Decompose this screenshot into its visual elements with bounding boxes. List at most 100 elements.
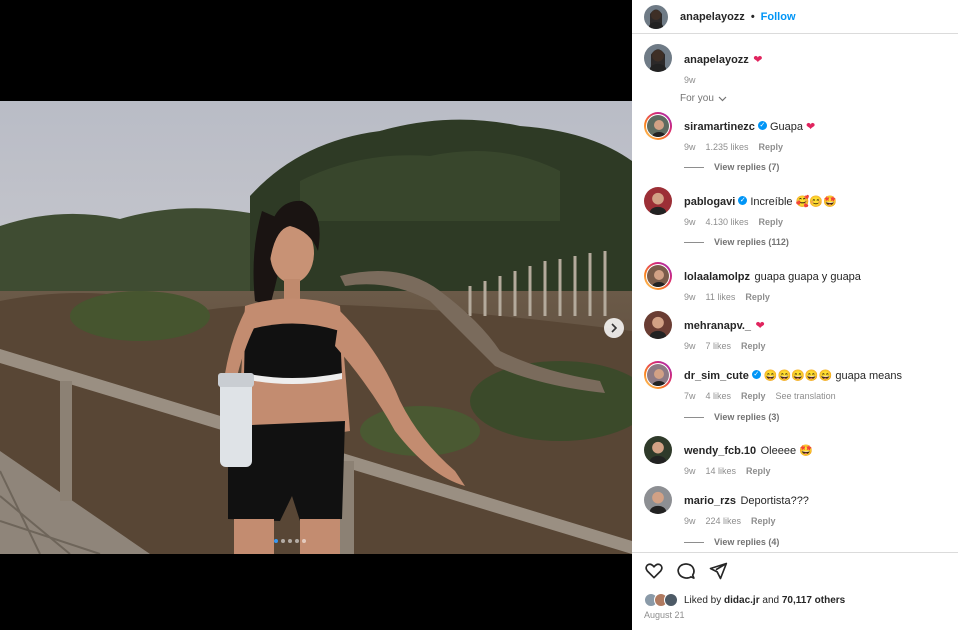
comment-text: Oleeee bbox=[760, 445, 797, 457]
liker-avatar bbox=[664, 593, 678, 607]
view-replies-label: View replies (4) bbox=[714, 537, 780, 547]
view-replies-button[interactable]: View replies (4) bbox=[684, 537, 779, 547]
author-avatar[interactable] bbox=[644, 4, 668, 29]
replies-line bbox=[684, 416, 704, 418]
comment-text: guapa means bbox=[835, 370, 903, 382]
comment-username[interactable]: mehranapv._ bbox=[684, 320, 751, 332]
comment-avatar[interactable] bbox=[644, 361, 672, 389]
share-icon[interactable] bbox=[708, 561, 728, 581]
comment-age: 9w bbox=[684, 142, 696, 152]
comment-avatar[interactable] bbox=[644, 436, 672, 464]
liked-by-prefix: Liked by bbox=[684, 594, 722, 606]
post-photo-illustration bbox=[0, 101, 632, 554]
for-you-sort[interactable]: For you bbox=[680, 93, 727, 104]
replies-line bbox=[684, 166, 704, 168]
liked-by-avatars[interactable] bbox=[644, 593, 678, 607]
see-translation-button[interactable]: See translation bbox=[776, 391, 836, 401]
verified-icon: ✓ bbox=[738, 196, 748, 206]
comment-item: siramartinezc ✓ Guapa ❤ 9w 1.235 likes Reply bbox=[644, 112, 944, 152]
comment-avatar[interactable] bbox=[644, 311, 672, 339]
comment-meta: 9w 7 likes Reply bbox=[684, 341, 776, 351]
comment-reply-button[interactable]: Reply bbox=[745, 292, 770, 302]
comment-avatar[interactable] bbox=[644, 486, 672, 514]
liked-by: Liked by didac.jr and 70,117 others bbox=[644, 593, 845, 607]
comment-username[interactable]: wendy_fcb.10 bbox=[684, 445, 756, 457]
comment-avatar[interactable] bbox=[644, 112, 672, 140]
liked-by-user[interactable]: didac.jr bbox=[724, 595, 760, 606]
comment-username[interactable]: siramartinezc bbox=[684, 121, 755, 133]
comment-item: pablogavi ✓ Increíble 🥰😊🤩 9w 4.130 likes Repl… bbox=[644, 187, 944, 227]
view-replies-label: View replies (112) bbox=[714, 237, 789, 247]
replies-line bbox=[684, 241, 704, 243]
comment-likes[interactable]: 1.235 likes bbox=[706, 142, 749, 152]
chevron-down-icon bbox=[718, 96, 727, 101]
comment-username[interactable]: lolaalamolpz bbox=[684, 271, 750, 283]
comment-text: guapa guapa y guapa bbox=[754, 271, 861, 283]
comment-reply-button[interactable]: Reply bbox=[751, 516, 776, 526]
comment-text: Guapa bbox=[769, 121, 803, 133]
comment-item: lolaalamolpz guapa guapa y guapa 9w 11 lik… bbox=[644, 262, 944, 302]
follow-button[interactable]: Follow bbox=[761, 11, 796, 23]
view-replies-label: View replies (7) bbox=[714, 162, 780, 172]
comment-username[interactable]: mario_rzs bbox=[684, 495, 736, 507]
replies-line bbox=[684, 541, 704, 543]
comment-reply-button[interactable]: Reply bbox=[741, 391, 766, 401]
comment-reply-button[interactable]: Reply bbox=[759, 142, 784, 152]
likes-others-count[interactable]: 70,117 others bbox=[782, 595, 845, 606]
comments-list[interactable]: anapelayozz ❤ 9w For you siramartinezc ✓ G… bbox=[632, 35, 958, 552]
comment-age: 9w bbox=[684, 516, 696, 526]
comment-likes[interactable]: 224 likes bbox=[706, 516, 742, 526]
view-replies-button[interactable]: View replies (3) bbox=[684, 412, 779, 422]
comment-reply-button[interactable]: Reply bbox=[741, 341, 766, 351]
liked-by-and: and bbox=[762, 594, 780, 606]
comment-meta: 7w 4 likes Reply See translation bbox=[684, 391, 902, 401]
comment-likes[interactable]: 4.130 likes bbox=[706, 217, 749, 227]
comment-avatar[interactable] bbox=[644, 262, 672, 290]
carousel-dot bbox=[302, 539, 306, 543]
media-pane bbox=[0, 0, 632, 630]
comment-likes[interactable]: 7 likes bbox=[706, 341, 732, 351]
carousel-dot bbox=[281, 539, 285, 543]
post-date[interactable]: August 21 bbox=[644, 610, 685, 620]
comment-item: mario_rzs Deportista??? 9w 224 likes Reply bbox=[644, 486, 944, 526]
post-header: anapelayozz • Follow bbox=[632, 0, 958, 34]
comment-age: 9w bbox=[684, 292, 696, 302]
comment-age: 9w bbox=[684, 341, 696, 351]
view-replies-button[interactable]: View replies (112) bbox=[684, 237, 789, 247]
comment-emoji: 🤩 bbox=[796, 445, 813, 457]
heart-icon[interactable] bbox=[644, 561, 664, 581]
caption-age: 9w bbox=[684, 75, 696, 85]
comment-likes[interactable]: 11 likes bbox=[706, 292, 736, 302]
comment-meta: 9w 1.235 likes Reply bbox=[684, 142, 815, 152]
caption-username[interactable]: anapelayozz bbox=[684, 54, 749, 66]
comment-likes[interactable]: 14 likes bbox=[706, 466, 737, 476]
comment-item: mehranapv._ ❤ 9w 7 likes Reply bbox=[644, 311, 944, 351]
view-replies-button[interactable]: View replies (7) bbox=[684, 162, 779, 172]
post-side-panel: anapelayozz • Follow anapelayozz ❤ 9w Fo… bbox=[632, 0, 958, 630]
comment-meta: 9w 4.130 likes Reply bbox=[684, 217, 837, 227]
comment-emoji: 😄😄😄😄😄 bbox=[763, 370, 836, 382]
comment-emoji: 🥰😊🤩 bbox=[792, 196, 837, 208]
post-photo[interactable] bbox=[0, 101, 632, 554]
comment-item: dr_sim_cute ✓ 😄😄😄😄😄 guapa means 7w 4 likes Re… bbox=[644, 361, 944, 401]
comment-likes[interactable]: 4 likes bbox=[706, 391, 732, 401]
verified-icon: ✓ bbox=[757, 121, 767, 131]
carousel-next-button[interactable] bbox=[604, 318, 624, 338]
author-username[interactable]: anapelayozz bbox=[680, 11, 745, 23]
comment-age: 9w bbox=[684, 217, 696, 227]
carousel-dot bbox=[288, 539, 292, 543]
comment-username[interactable]: dr_sim_cute bbox=[684, 370, 749, 382]
heart-emoji: ❤ bbox=[802, 121, 816, 133]
comment-reply-button[interactable]: Reply bbox=[746, 466, 771, 476]
comment-meta: 9w 224 likes Reply bbox=[684, 516, 809, 526]
chevron-right-icon bbox=[611, 323, 618, 333]
for-you-label: For you bbox=[680, 93, 714, 104]
comment-reply-button[interactable]: Reply bbox=[759, 217, 784, 227]
heart-emoji: ❤ bbox=[755, 320, 765, 332]
comment-avatar[interactable] bbox=[644, 187, 672, 215]
comment-icon[interactable] bbox=[676, 561, 696, 581]
caption-avatar[interactable] bbox=[644, 44, 672, 72]
comment-username[interactable]: pablogavi bbox=[684, 196, 735, 208]
caption-heart-emoji: ❤ bbox=[753, 54, 763, 66]
comment-age: 9w bbox=[684, 466, 696, 476]
